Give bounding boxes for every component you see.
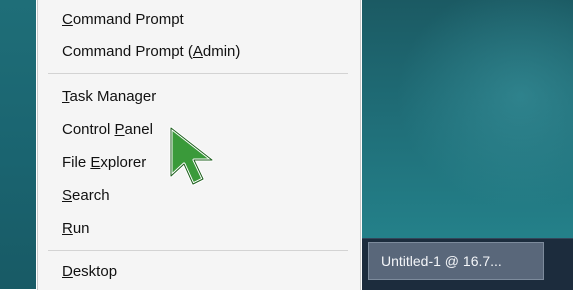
menu-item-label: Control Panel xyxy=(62,120,153,138)
access-key: R xyxy=(62,219,73,237)
menu-separator xyxy=(48,250,348,251)
access-key: D xyxy=(62,262,73,280)
access-key: E xyxy=(90,153,101,171)
access-key: A xyxy=(192,42,203,60)
menu-item-label: Command Prompt (Admin) xyxy=(62,42,241,60)
menu-item-run[interactable]: Run xyxy=(62,214,342,242)
menu-item-label: Desktop xyxy=(62,262,118,280)
menu-item-desktop[interactable]: Desktop xyxy=(62,257,342,285)
screen: Untitled-1 @ 16.7... Command Prompt Comm… xyxy=(0,0,573,290)
access-key: S xyxy=(62,186,73,204)
menu-item-label: Task Manager xyxy=(62,87,157,105)
taskbar: Untitled-1 @ 16.7... xyxy=(362,238,573,290)
menu-item-task-manager[interactable]: Task Manager xyxy=(62,82,342,110)
taskbar-button-label: Untitled-1 @ 16.7... xyxy=(381,253,502,269)
arrow-pointer-icon xyxy=(169,126,214,186)
menu-item-command-prompt[interactable]: Command Prompt xyxy=(62,5,342,33)
desktop-background-left xyxy=(0,0,36,289)
menu-item-command-prompt-admin[interactable]: Command Prompt (Admin) xyxy=(62,37,342,65)
access-key: T xyxy=(62,87,70,105)
menu-item-label: File Explorer xyxy=(62,153,147,171)
access-key: C xyxy=(62,10,73,28)
menu-item-label: Search xyxy=(62,186,110,204)
desktop-background xyxy=(362,0,573,240)
menu-separator xyxy=(48,73,348,74)
access-key: P xyxy=(114,120,125,138)
menu-item-label: Command Prompt xyxy=(62,10,184,28)
menu-item-label: Run xyxy=(62,219,90,237)
taskbar-button-untitled[interactable]: Untitled-1 @ 16.7... xyxy=(368,242,544,280)
